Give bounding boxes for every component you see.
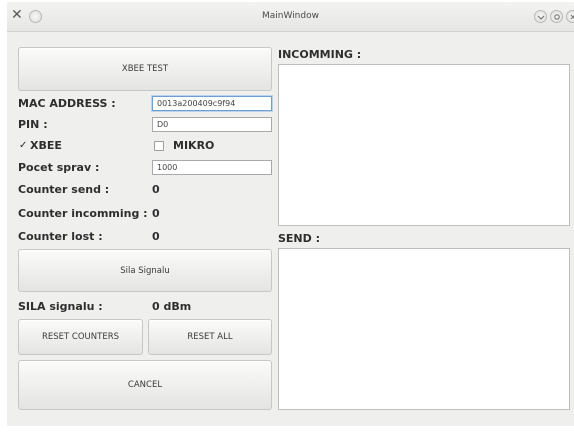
mac-address-label: MAC ADDRESS :: [18, 97, 116, 110]
mikro-checkbox-label[interactable]: MIKRO: [173, 139, 214, 152]
incomming-label: INCOMMING :: [278, 48, 362, 61]
sila-signalu-label: SILA signalu :: [18, 300, 103, 313]
xbee-checkbox-label[interactable]: XBEE: [30, 139, 62, 152]
sila-signalu-button[interactable]: Sila Signalu: [18, 249, 272, 292]
reset-all-button[interactable]: RESET ALL: [148, 319, 272, 355]
counter-incomming-label: Counter incomming :: [18, 207, 148, 220]
minimize-icon[interactable]: [534, 10, 547, 23]
window-title: MainWindow: [262, 11, 319, 21]
mikro-checkbox[interactable]: [154, 141, 164, 151]
cancel-button[interactable]: CANCEL: [18, 360, 272, 410]
mac-address-input[interactable]: [152, 96, 272, 111]
pocet-sprav-label: Pocet sprav :: [18, 161, 100, 174]
incomming-textarea[interactable]: [278, 64, 570, 226]
counter-lost-label: Counter lost :: [18, 230, 103, 243]
counter-lost-value: 0: [152, 230, 160, 243]
xbee-checkmark-icon[interactable]: ✓: [19, 140, 27, 151]
close-icon[interactable]: [566, 10, 574, 23]
send-label: SEND :: [278, 232, 321, 245]
pin-input[interactable]: [152, 117, 272, 132]
main-window: ✕ MainWindow XBEE TEST MAC ADDRESS : PIN…: [7, 2, 574, 426]
maximize-icon[interactable]: [550, 10, 563, 23]
xbee-test-button[interactable]: XBEE TEST: [18, 47, 272, 91]
send-textarea[interactable]: [278, 248, 570, 410]
pocet-sprav-input[interactable]: [152, 160, 272, 175]
counter-incomming-value: 0: [152, 207, 160, 220]
title-bar: ✕ MainWindow: [7, 2, 574, 32]
counter-send-label: Counter send :: [18, 183, 110, 196]
reset-counters-button[interactable]: RESET COUNTERS: [18, 319, 143, 355]
counter-send-value: 0: [152, 183, 160, 196]
sila-signalu-value: 0 dBm: [152, 300, 192, 313]
pin-label: PIN :: [18, 118, 48, 131]
